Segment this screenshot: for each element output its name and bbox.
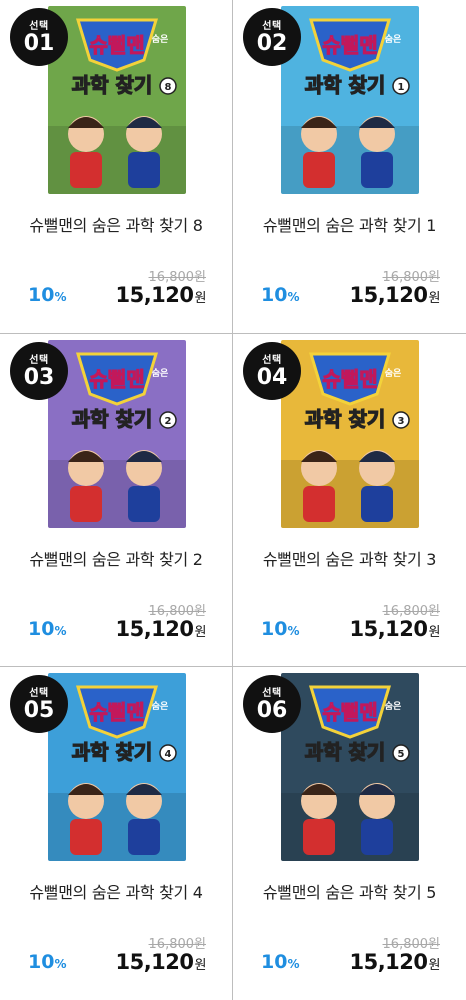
svg-text:과학 찾기: 과학 찾기 xyxy=(305,73,386,97)
svg-text:4: 4 xyxy=(165,749,172,760)
product-card-03[interactable]: 선택 03 슈뻘맨 숨은 과학 찾기 2 슈뻘맨의 숨은 과학 찾기 2 16,800… xyxy=(0,334,233,667)
book-cover-image[interactable]: 슈뻘맨 숨은과학 찾기 4 xyxy=(48,673,186,861)
svg-text:숨은: 숨은 xyxy=(385,367,402,379)
select-label: 선택 xyxy=(262,688,282,699)
svg-text:슈뻘맨: 슈뻘맨 xyxy=(322,700,377,724)
discount-rate: 10% xyxy=(28,951,67,973)
product-grid: 선택 01 슈뻘맨 숨은 과학 찾기 8 슈뻘맨의 숨은 과학 찾기 8 16,800… xyxy=(0,0,466,1000)
select-badge: 선택 04 xyxy=(243,342,301,400)
svg-text:숨은: 숨은 xyxy=(152,367,169,379)
sale-price: 15,120원 xyxy=(115,950,206,974)
book-cover-image[interactable]: 슈뻘맨 숨은과학 찾기 3 xyxy=(281,340,419,528)
sale-price: 15,120원 xyxy=(349,950,440,974)
select-badge: 선택 03 xyxy=(10,342,68,400)
select-badge: 선택 02 xyxy=(243,8,301,66)
select-label: 선택 xyxy=(29,688,49,699)
svg-text:슈뻘맨: 슈뻘맨 xyxy=(322,33,377,57)
svg-text:2: 2 xyxy=(165,416,172,427)
svg-text:8: 8 xyxy=(165,82,172,93)
svg-text:숨은: 숨은 xyxy=(152,33,169,45)
svg-text:3: 3 xyxy=(398,416,405,427)
cover-illustration: 슈뻘맨 숨은과학 찾기 5 xyxy=(281,673,419,861)
svg-text:슈뻘맨: 슈뻘맨 xyxy=(89,33,144,57)
svg-text:슈뻘맨: 슈뻘맨 xyxy=(322,367,377,391)
product-title[interactable]: 슈뻘맨의 숨은 과학 찾기 5 xyxy=(233,879,466,903)
select-number: 03 xyxy=(23,365,55,390)
select-label: 선택 xyxy=(262,355,282,366)
product-title[interactable]: 슈뻘맨의 숨은 과학 찾기 4 xyxy=(0,879,232,903)
cover-illustration: 슈뻘맨 숨은과학 찾기 3 xyxy=(281,340,419,528)
discount-rate: 10% xyxy=(261,284,300,306)
book-cover-image[interactable]: 슈뻘맨 숨은과학 찾기 5 xyxy=(281,673,419,861)
svg-text:숨은: 숨은 xyxy=(152,700,169,712)
book-cover-image[interactable]: 슈뻘맨 숨은과학 찾기 8 xyxy=(48,6,186,194)
product-title[interactable]: 슈뻘맨의 숨은 과학 찾기 2 xyxy=(0,546,232,570)
product-card-01[interactable]: 선택 01 슈뻘맨 숨은 과학 찾기 8 슈뻘맨의 숨은 과학 찾기 8 16,800… xyxy=(0,0,233,334)
select-label: 선택 xyxy=(262,21,282,32)
product-card-02[interactable]: 선택 02 슈뻘맨 숨은 과학 찾기 1 슈뻘맨의 숨은 과학 찾기 1 16,800… xyxy=(233,0,466,334)
select-label: 선택 xyxy=(29,355,49,366)
cover-illustration: 슈뻘맨 숨은과학 찾기 1 xyxy=(281,6,419,194)
product-title[interactable]: 슈뻘맨의 숨은 과학 찾기 3 xyxy=(233,546,466,570)
discount-rate: 10% xyxy=(261,951,300,973)
svg-text:과학 찾기: 과학 찾기 xyxy=(305,407,386,431)
cover-illustration: 슈뻘맨 숨은과학 찾기 2 xyxy=(48,340,186,528)
select-number: 01 xyxy=(23,31,55,56)
discount-rate: 10% xyxy=(28,284,67,306)
svg-text:과학 찾기: 과학 찾기 xyxy=(72,73,153,97)
svg-text:과학 찾기: 과학 찾기 xyxy=(305,740,386,764)
svg-text:숨은: 숨은 xyxy=(385,33,402,45)
select-badge: 선택 01 xyxy=(10,8,68,66)
product-card-05[interactable]: 선택 05 슈뻘맨 숨은 과학 찾기 4 슈뻘맨의 숨은 과학 찾기 4 16,800… xyxy=(0,667,233,1000)
cover-illustration: 슈뻘맨 숨은과학 찾기 4 xyxy=(48,673,186,861)
select-number: 04 xyxy=(256,365,288,390)
svg-text:과학 찾기: 과학 찾기 xyxy=(72,407,153,431)
book-cover-image[interactable]: 슈뻘맨 숨은과학 찾기 2 xyxy=(48,340,186,528)
select-badge: 선택 05 xyxy=(10,675,68,733)
product-title[interactable]: 슈뻘맨의 숨은 과학 찾기 1 xyxy=(233,212,466,236)
select-number: 06 xyxy=(256,698,288,723)
select-label: 선택 xyxy=(29,21,49,32)
select-number: 05 xyxy=(23,698,55,723)
select-number: 02 xyxy=(256,31,288,56)
sale-price: 15,120원 xyxy=(115,283,206,307)
sale-price: 15,120원 xyxy=(349,283,440,307)
product-card-04[interactable]: 선택 04 슈뻘맨 숨은 과학 찾기 3 슈뻘맨의 숨은 과학 찾기 3 16,800… xyxy=(233,334,466,667)
svg-text:과학 찾기: 과학 찾기 xyxy=(72,740,153,764)
svg-text:숨은: 숨은 xyxy=(385,700,402,712)
select-badge: 선택 06 xyxy=(243,675,301,733)
discount-rate: 10% xyxy=(28,618,67,640)
cover-illustration: 슈뻘맨 숨은과학 찾기 8 xyxy=(48,6,186,194)
discount-rate: 10% xyxy=(261,618,300,640)
sale-price: 15,120원 xyxy=(349,617,440,641)
book-cover-image[interactable]: 슈뻘맨 숨은과학 찾기 1 xyxy=(281,6,419,194)
product-title[interactable]: 슈뻘맨의 숨은 과학 찾기 8 xyxy=(0,212,232,236)
svg-text:1: 1 xyxy=(398,82,405,93)
svg-text:슈뻘맨: 슈뻘맨 xyxy=(89,700,144,724)
sale-price: 15,120원 xyxy=(115,617,206,641)
svg-text:슈뻘맨: 슈뻘맨 xyxy=(89,367,144,391)
product-card-06[interactable]: 선택 06 슈뻘맨 숨은 과학 찾기 5 슈뻘맨의 숨은 과학 찾기 5 16,800… xyxy=(233,667,466,1000)
svg-text:5: 5 xyxy=(398,749,405,760)
